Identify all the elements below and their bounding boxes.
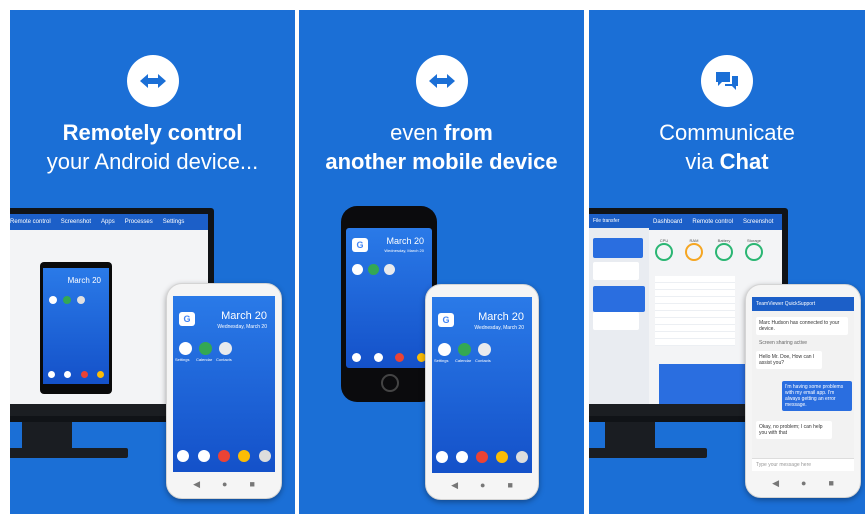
chat-message: Hello Mr. Doe, How can I assist you? [756, 351, 822, 369]
screenshot-panel-chat: Communicate via Chat File transfer Dashb… [589, 10, 865, 514]
contacts-icon[interactable] [219, 342, 232, 355]
tab-apps[interactable]: Apps [101, 219, 115, 225]
chat-app-title: TeamViewer QuickSupport [752, 297, 854, 311]
phone-date: March 20 [478, 311, 524, 323]
messages-icon[interactable] [197, 450, 210, 462]
google-search-icon[interactable]: G [352, 238, 368, 252]
monitor-base [589, 448, 707, 458]
remote-tabs: Dashboard Remote control Screenshot [649, 214, 782, 230]
dark-phone-date: March 20 [386, 236, 424, 246]
home-icon[interactable]: ● [801, 478, 806, 489]
home-button[interactable] [381, 374, 399, 392]
teamviewer-logo [126, 55, 179, 107]
phone-subdate: Wednesday, March 20 [474, 325, 524, 331]
tab-dashboard[interactable]: Dashboard [653, 219, 682, 225]
phone-icon[interactable] [436, 451, 448, 463]
contacts-icon[interactable] [478, 343, 491, 356]
file-transfer-header[interactable]: File transfer [589, 214, 649, 228]
double-arrow-icon [428, 74, 455, 88]
home-icon[interactable]: ● [480, 480, 485, 491]
android-phone-chat: TeamViewer QuickSupport Marc Hudson has … [745, 284, 861, 498]
recents-icon[interactable]: ■ [828, 478, 833, 489]
settings-icon[interactable] [352, 264, 363, 275]
chat-message: I'm having some problems with my email a… [782, 381, 852, 411]
settings-icon[interactable] [179, 342, 192, 355]
home-icon[interactable]: ● [222, 479, 227, 490]
back-icon[interactable]: ◀ [772, 478, 779, 489]
chrome-icon[interactable] [496, 451, 508, 463]
chat-logo [701, 55, 753, 107]
camera-icon[interactable] [516, 451, 528, 463]
dark-phone: G March 20 Wednesday, March 20 [341, 206, 437, 402]
chat-sidebar: File transfer [589, 214, 649, 416]
back-icon[interactable]: ◀ [193, 479, 200, 490]
gmail-icon[interactable] [476, 451, 488, 463]
google-search-icon[interactable]: G [438, 313, 454, 327]
phone-screen: G March 20 Wednesday, March 20 Settings … [432, 297, 532, 473]
chat-input[interactable]: Type your message here [752, 458, 854, 471]
mirrored-phone: March 20 [40, 262, 112, 394]
dark-phone-screen: G March 20 Wednesday, March 20 [346, 228, 432, 368]
camera-icon[interactable] [258, 450, 271, 462]
chat-message: Marc Hudson has connected to your device… [756, 317, 848, 335]
monitor-base [10, 448, 128, 458]
gauges: CPU RAM Battery Storage [655, 238, 763, 261]
tab-settings[interactable]: Settings [163, 219, 185, 225]
headline: even from another mobile device [325, 120, 558, 174]
tab-screenshot[interactable]: Screenshot [61, 219, 91, 225]
headline: Communicate via Chat [659, 120, 795, 174]
tab-screenshot[interactable]: Screenshot [743, 219, 773, 225]
tab-remote-control[interactable]: Remote control [692, 219, 733, 225]
monitor-stand [605, 422, 655, 448]
calendar-icon[interactable] [199, 342, 212, 355]
phone-screen: G March 20 Wednesday, March 20 Settings … [173, 296, 275, 472]
chat-screen: TeamViewer QuickSupport Marc Hudson has … [752, 297, 854, 471]
teamviewer-logo [415, 55, 468, 107]
android-nav-bar: ◀ ● ■ [746, 478, 860, 489]
monitor-stand [22, 422, 72, 448]
chrome-icon[interactable] [238, 450, 251, 462]
chat-message: Okay, no problem; I can help you with th… [756, 421, 832, 439]
mirrored-date: March 20 [67, 276, 101, 285]
phone-icon[interactable] [177, 450, 190, 462]
google-search-icon[interactable]: G [179, 312, 195, 326]
chat-bubbles-icon [716, 72, 738, 90]
phone-subdate: Wednesday, March 20 [217, 324, 267, 330]
chat-status: Screen sharing active [759, 340, 808, 346]
recents-icon[interactable]: ■ [249, 479, 254, 490]
remote-tabs: Remote control Screenshot Apps Processes… [10, 214, 208, 230]
recents-icon[interactable]: ■ [507, 480, 512, 491]
device-info-table [655, 276, 735, 346]
messages-icon[interactable] [456, 451, 468, 463]
phone-date: March 20 [221, 310, 267, 322]
tab-processes[interactable]: Processes [125, 219, 153, 225]
android-phone: G March 20 Wednesday, March 20 Settings … [166, 283, 282, 499]
double-arrow-icon [139, 74, 166, 88]
back-icon[interactable]: ◀ [451, 480, 458, 491]
android-nav-bar: ◀ ● ■ [167, 479, 281, 490]
android-phone: G March 20 Wednesday, March 20 Settings … [425, 284, 539, 500]
screenshot-panel-mobile-to-mobile: even from another mobile device G March … [299, 10, 584, 514]
calendar-icon[interactable] [368, 264, 379, 275]
app-dock [432, 451, 532, 463]
app-dock [173, 450, 275, 462]
settings-icon[interactable] [438, 343, 451, 356]
gmail-icon[interactable] [217, 450, 230, 462]
screenshot-panel-remote-control: Remotely control your Android device... … [10, 10, 295, 514]
headline: Remotely control your Android device... [46, 120, 259, 174]
android-nav-bar: ◀ ● ■ [426, 480, 538, 491]
contacts-icon[interactable] [384, 264, 395, 275]
calendar-icon[interactable] [458, 343, 471, 356]
tab-remote-control[interactable]: Remote control [10, 219, 51, 225]
